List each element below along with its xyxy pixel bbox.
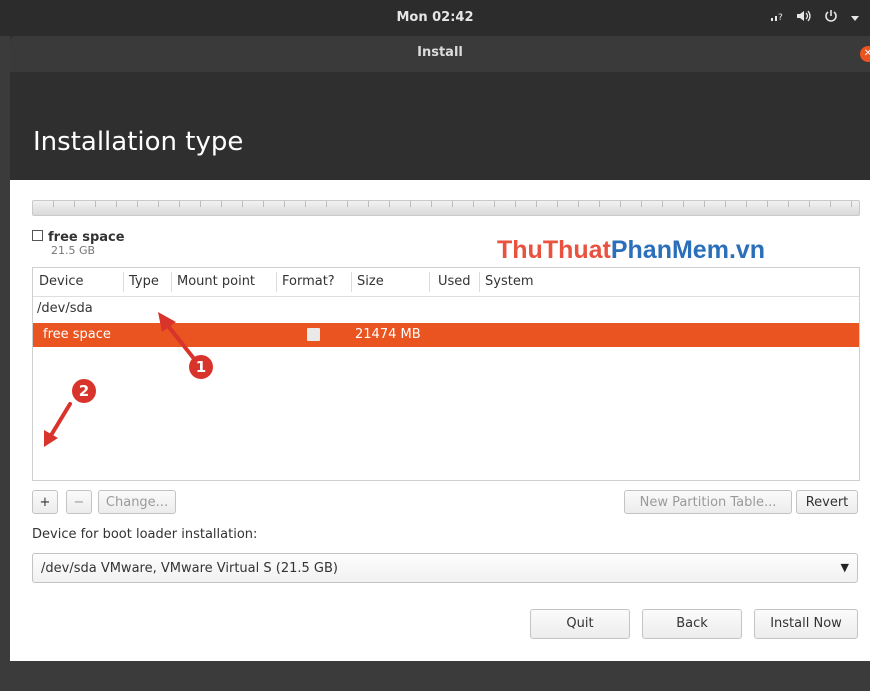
close-icon[interactable]: ✕	[860, 46, 870, 62]
svg-text:?: ?	[778, 13, 783, 22]
menu-arrow-icon[interactable]	[850, 11, 860, 26]
column-separator	[123, 272, 124, 292]
window-title: Install	[417, 45, 463, 60]
system-tray: ?	[770, 9, 860, 27]
volume-icon[interactable]	[796, 10, 812, 26]
row-size: 21474 MB	[355, 327, 421, 342]
legend-size: 21.5 GB	[51, 244, 96, 257]
column-separator	[351, 272, 352, 292]
watermark-part1: ThuThuat	[497, 236, 611, 264]
top-panel: Mon 02:42 ?	[0, 0, 870, 36]
bootloader-label: Device for boot loader installation:	[32, 527, 258, 542]
column-device[interactable]: Device	[39, 274, 83, 289]
revert-button[interactable]: Revert	[796, 490, 858, 514]
column-separator	[171, 272, 172, 292]
install-now-button[interactable]: Install Now	[754, 609, 858, 639]
chevron-down-icon: ▼	[840, 561, 849, 574]
partition-legend: free space 21.5 GB	[32, 226, 125, 257]
content-area: free space 21.5 GB ThuThuatPhanMem.vn De…	[10, 180, 870, 661]
watermark: ThuThuatPhanMem.vn	[497, 236, 765, 265]
column-format[interactable]: Format?	[282, 274, 335, 289]
back-button[interactable]: Back	[642, 609, 742, 639]
remove-partition-button[interactable]: −	[66, 490, 92, 514]
table-header: Device Type Mount point Format? Size Use…	[33, 268, 859, 297]
window-bottom-bar	[10, 661, 870, 691]
power-icon[interactable]	[824, 9, 838, 27]
table-row-selected[interactable]: free space 21474 MB	[33, 323, 859, 347]
column-size[interactable]: Size	[357, 274, 384, 289]
new-partition-table-button[interactable]: New Partition Table...	[624, 490, 792, 514]
change-partition-button[interactable]: Change...	[98, 490, 176, 514]
network-icon[interactable]: ?	[770, 10, 784, 26]
partition-bar	[32, 200, 860, 216]
page-header: Installation type	[10, 72, 870, 180]
legend-swatch	[32, 230, 43, 241]
installer-window: Install ✕ Installation type free space 2…	[10, 36, 870, 691]
add-partition-button[interactable]: +	[32, 490, 58, 514]
column-type[interactable]: Type	[129, 274, 159, 289]
window-titlebar[interactable]: Install ✕	[10, 36, 870, 72]
column-separator	[479, 272, 480, 292]
format-checkbox[interactable]	[307, 328, 320, 341]
column-separator	[429, 272, 430, 292]
column-used[interactable]: Used	[438, 274, 471, 289]
bootloader-select[interactable]: /dev/sda VMware, VMware Virtual S (21.5 …	[32, 553, 858, 583]
page-title: Installation type	[33, 127, 244, 157]
watermark-part2: PhanMem	[610, 236, 729, 264]
partition-bar-ticks	[33, 201, 859, 207]
quit-button[interactable]: Quit	[530, 609, 630, 639]
column-separator	[276, 272, 277, 292]
legend-name: free space	[48, 230, 125, 245]
clock[interactable]: Mon 02:42	[0, 10, 870, 25]
column-mount-point[interactable]: Mount point	[177, 274, 255, 289]
bootloader-value: /dev/sda VMware, VMware Virtual S (21.5 …	[41, 561, 338, 576]
device-row[interactable]: /dev/sda	[37, 301, 93, 316]
watermark-part3: .vn	[728, 236, 766, 264]
partition-table[interactable]: Device Type Mount point Format? Size Use…	[32, 267, 860, 481]
column-system[interactable]: System	[485, 274, 533, 289]
row-device: free space	[43, 327, 111, 342]
